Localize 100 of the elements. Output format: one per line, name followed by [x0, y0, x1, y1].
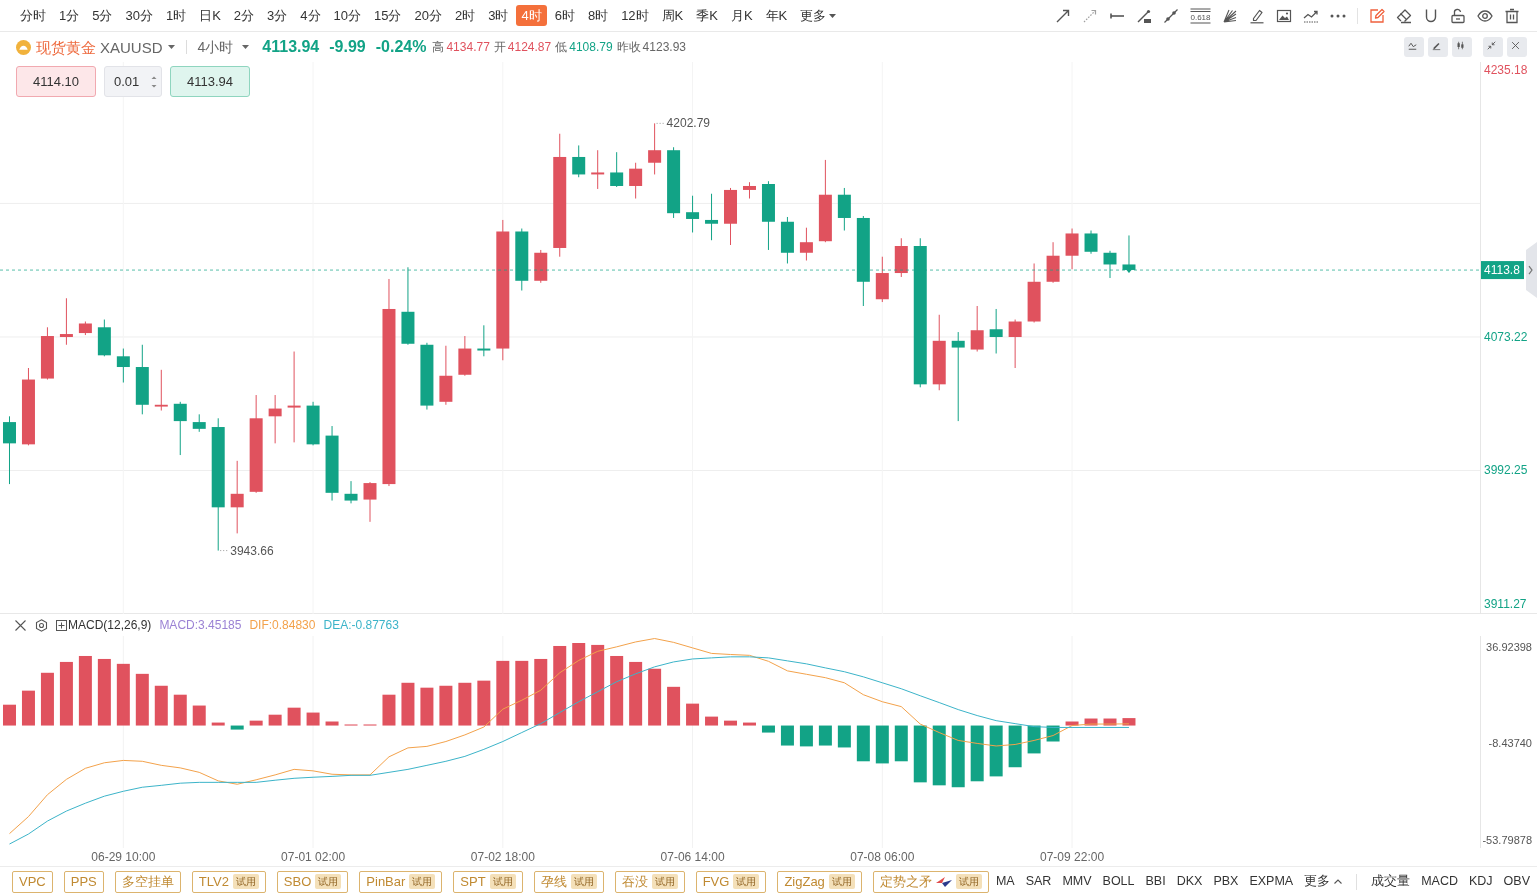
trash-icon[interactable]: [1504, 7, 1520, 24]
settings-icon[interactable]: [35, 618, 48, 632]
dashed-arrow-icon[interactable]: [1082, 7, 1098, 24]
indicator-button[interactable]: MA: [995, 875, 1015, 888]
macd-bar: [116, 663, 130, 726]
chart-style-button[interactable]: [1404, 37, 1424, 57]
macd-bar: [1122, 718, 1136, 726]
signal-button[interactable]: 定势之矛 试用: [872, 870, 989, 893]
magnet-icon[interactable]: [1423, 7, 1439, 24]
indicator-button[interactable]: SAR: [1025, 875, 1052, 888]
signal-button[interactable]: 吞没 试用: [614, 870, 685, 893]
interval-tab[interactable]: 1时: [160, 5, 192, 26]
interval-tab[interactable]: 30分: [120, 5, 158, 26]
annotation: 3943.66: [230, 543, 274, 558]
interval-tab[interactable]: 8时: [582, 5, 614, 26]
interval-tab[interactable]: 6时: [549, 5, 580, 26]
macd-bar: [780, 725, 794, 746]
macd-bar: [761, 725, 775, 733]
interval-tab[interactable]: 周K: [656, 5, 689, 26]
macd-bar: [477, 680, 491, 726]
candle: [989, 308, 1003, 354]
interval-tab[interactable]: 3分: [262, 5, 293, 26]
signal-button[interactable]: SBO 试用: [276, 870, 349, 893]
indicator-button[interactable]: BBI: [1145, 875, 1166, 888]
more-icon[interactable]: [1330, 13, 1346, 18]
interval-tab[interactable]: 12时: [616, 5, 654, 26]
period-selector[interactable]: 4小时: [197, 40, 250, 54]
trial-badge: 试用: [570, 874, 597, 889]
interval-tab[interactable]: 日K: [194, 5, 226, 26]
interval-tab[interactable]: 1分: [54, 5, 85, 26]
plus-square-icon[interactable]: [56, 619, 67, 631]
indicator-button[interactable]: BOLL: [1102, 875, 1135, 888]
close-button[interactable]: [1507, 37, 1527, 57]
interval-tab[interactable]: 分时: [15, 5, 51, 26]
symbol-selector[interactable]: XAUUSD: [100, 39, 175, 55]
trial-badge: 试用: [489, 874, 516, 889]
macd-bar: [989, 725, 1003, 777]
ray-icon[interactable]: [1136, 7, 1152, 24]
indicator-button[interactable]: EXPMA: [1249, 875, 1294, 888]
interval-tab[interactable]: 3时: [483, 5, 514, 26]
signal-button[interactable]: SPT 试用: [453, 870, 523, 893]
pencil-icon[interactable]: [1249, 7, 1265, 24]
interval-tab[interactable]: 15分: [369, 5, 407, 26]
more-indicators-button[interactable]: 更多: [1304, 875, 1343, 888]
segment-icon[interactable]: [1163, 7, 1179, 24]
trial-badge: 试用: [232, 874, 259, 889]
sub-indicator-button[interactable]: MACD: [1421, 875, 1458, 888]
interval-tab[interactable]: 月K: [725, 5, 758, 26]
close-icon[interactable]: [15, 619, 26, 631]
eye-icon[interactable]: [1477, 7, 1493, 24]
unlock-icon[interactable]: [1450, 7, 1466, 24]
sell-button[interactable]: 4114.10: [16, 66, 96, 97]
eraser-icon[interactable]: [1396, 7, 1412, 24]
sub-indicator-button[interactable]: KDJ: [1468, 875, 1493, 888]
interval-tab[interactable]: 10分: [328, 5, 366, 26]
collapse-button[interactable]: [1483, 37, 1503, 57]
interval-tab[interactable]: 5分: [87, 5, 118, 26]
interval-tab[interactable]: 季K: [691, 5, 723, 26]
signal-button[interactable]: FVG 试用: [695, 870, 767, 893]
macd-bar: [249, 720, 263, 726]
candle: [97, 319, 111, 357]
macd-bar: [648, 668, 662, 726]
interval-tab[interactable]: 20分: [409, 5, 447, 26]
sub-indicator-button[interactable]: 成交量: [1371, 875, 1411, 888]
chart-type-button[interactable]: [1452, 37, 1472, 57]
lot-input[interactable]: 0.01: [104, 66, 162, 97]
candle: [78, 321, 92, 336]
interval-tab[interactable]: 2时: [449, 5, 481, 26]
indicator-value: MACD:3.45185: [159, 619, 242, 631]
side-handle[interactable]: [1526, 242, 1537, 299]
macd-bar: [818, 725, 832, 746]
signal-button[interactable]: 孕线 试用: [533, 870, 604, 893]
interval-tab[interactable]: 2分: [228, 5, 260, 26]
trial-badge: 试用: [733, 874, 760, 889]
signal-button[interactable]: TLV2 试用: [191, 870, 266, 893]
edit-icon[interactable]: [1369, 7, 1385, 24]
signal-button[interactable]: ZigZag 试用: [777, 870, 862, 893]
fan-icon[interactable]: [1222, 7, 1238, 24]
candle: [306, 401, 320, 446]
indicator-button[interactable]: MMV: [1062, 875, 1092, 888]
candle: [591, 149, 605, 190]
interval-tab[interactable]: 年K: [760, 5, 793, 26]
signal-button[interactable]: PinBar 试用: [359, 870, 443, 893]
stat-label: 低: [555, 41, 568, 53]
more-intervals-button[interactable]: 更多: [795, 5, 842, 26]
stepper-icon[interactable]: [151, 74, 157, 89]
draw-button[interactable]: [1428, 37, 1448, 57]
symbol-name: 现货黄金: [36, 39, 96, 55]
candle: [1008, 319, 1022, 369]
time-axis-label: 07-02 18:00: [470, 850, 535, 864]
arrow-icon[interactable]: [1055, 7, 1071, 24]
stat-label: 昨收: [616, 41, 641, 53]
interval-tab[interactable]: 4分: [295, 5, 326, 26]
image-icon[interactable]: [1276, 7, 1292, 24]
candle: [534, 249, 548, 284]
indicator-button[interactable]: PBX: [1213, 875, 1239, 888]
sub-indicator-button[interactable]: OBV: [1503, 875, 1530, 888]
indicator-button[interactable]: DKX: [1176, 875, 1203, 888]
indicator-value: DIF:0.84830: [249, 619, 316, 631]
buy-button[interactable]: 4113.94: [170, 66, 250, 97]
